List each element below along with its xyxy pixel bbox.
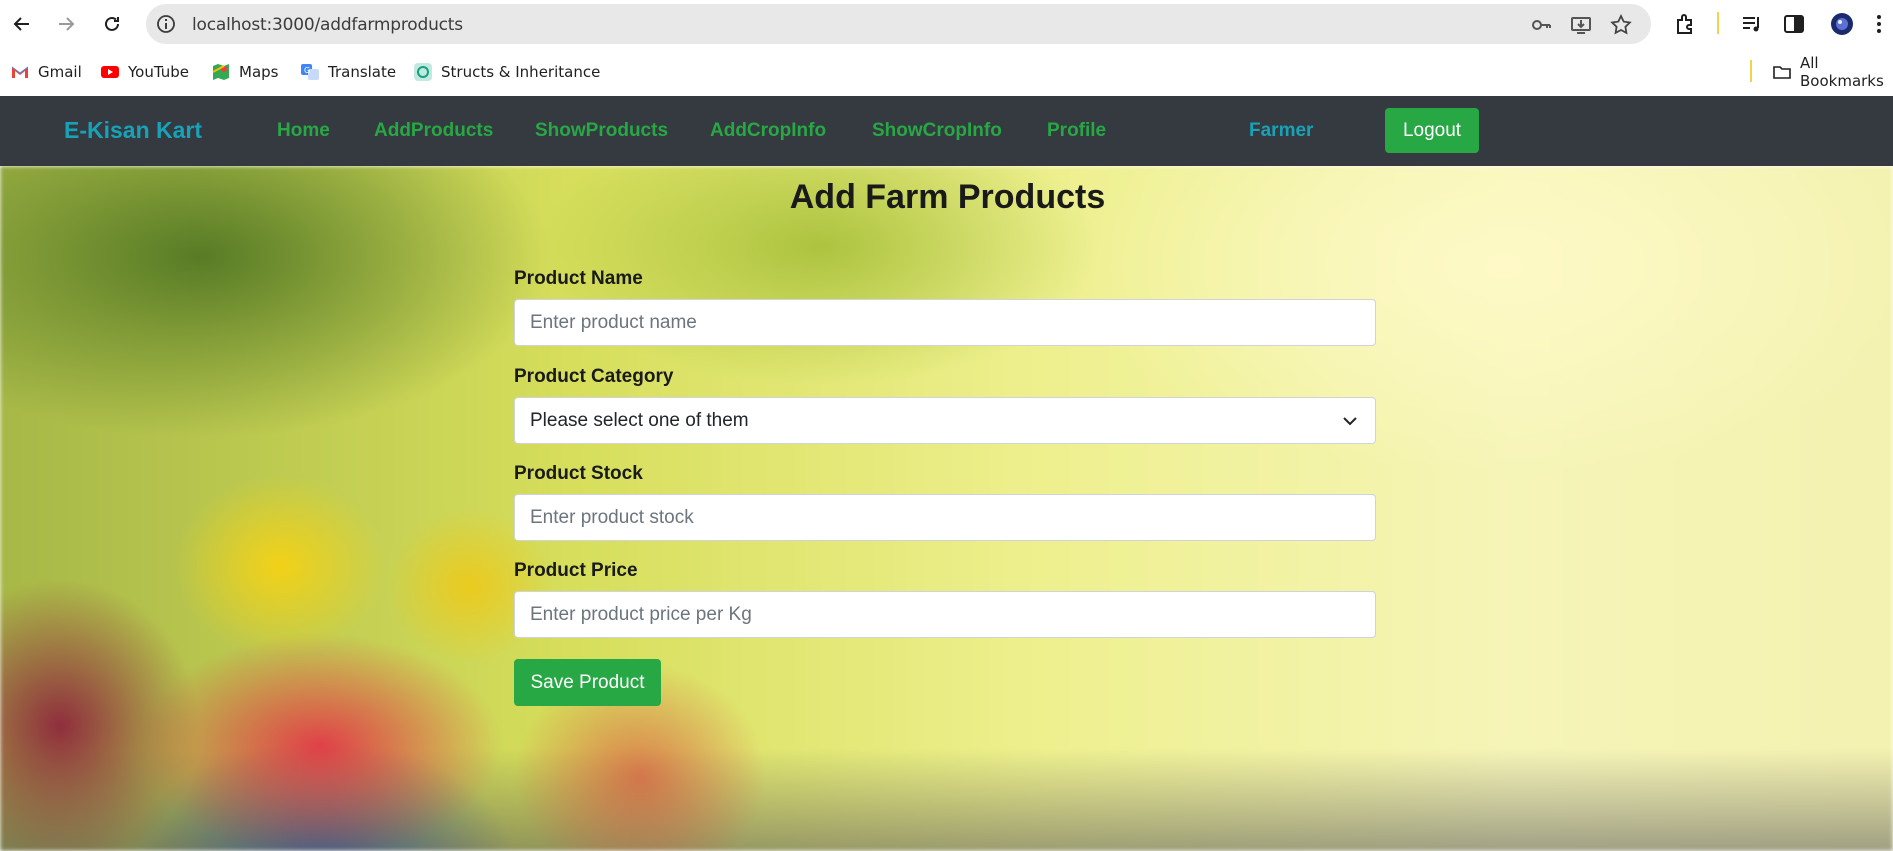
navbar: E-Kisan Kart Home AddProducts ShowProduc… — [0, 96, 1893, 166]
bookmark-gmail[interactable]: Gmail — [10, 61, 82, 83]
product-category-value: Please select one of them — [530, 410, 749, 431]
site-info-icon[interactable] — [156, 14, 176, 34]
page-title: Add Farm Products — [789, 178, 1106, 216]
bookmark-translate[interactable]: G Translate — [300, 61, 396, 83]
nav-link-showcropinfo[interactable]: ShowCropInfo — [872, 120, 1002, 142]
password-key-icon[interactable] — [1530, 14, 1552, 36]
gmail-icon — [10, 62, 30, 82]
save-product-button[interactable]: Save Product — [514, 659, 661, 706]
app-viewport: E-Kisan Kart Home AddProducts ShowProduc… — [0, 96, 1893, 851]
product-stock-input[interactable]: Enter product stock — [514, 494, 1376, 541]
svg-text:G: G — [304, 66, 310, 75]
chevron-down-icon — [1341, 412, 1359, 430]
youtube-icon — [100, 62, 120, 82]
nav-link-showproducts[interactable]: ShowProducts — [535, 120, 668, 142]
all-bookmarks-label: All Bookmarks — [1800, 54, 1884, 90]
brand-logo[interactable]: E-Kisan Kart — [64, 117, 202, 144]
bookmark-youtube[interactable]: YouTube — [100, 61, 189, 83]
bookmark-label: YouTube — [128, 63, 189, 81]
bookmark-label: Maps — [239, 63, 279, 81]
nav-user-role[interactable]: Farmer — [1249, 120, 1313, 142]
product-category-label: Product Category — [514, 366, 674, 387]
chatgpt-icon — [413, 62, 433, 82]
product-category-select[interactable]: Please select one of them — [514, 397, 1376, 444]
logout-button[interactable]: Logout — [1385, 108, 1479, 153]
nav-link-addcropinfo[interactable]: AddCropInfo — [710, 120, 826, 142]
bookmark-label: Gmail — [38, 63, 82, 81]
reload-icon[interactable] — [100, 12, 124, 36]
folder-icon — [1772, 62, 1792, 82]
product-name-input[interactable]: Enter product name — [514, 299, 1376, 346]
install-app-icon[interactable] — [1570, 14, 1592, 36]
url-text[interactable]: localhost:3000/addfarmproducts — [192, 15, 463, 35]
bookmark-star-icon[interactable] — [1610, 13, 1632, 36]
back-icon[interactable] — [10, 12, 34, 36]
extensions-icon[interactable] — [1674, 12, 1698, 36]
profile-avatar-icon[interactable] — [1830, 12, 1854, 36]
bookmark-label: Translate — [328, 63, 397, 81]
bookmark-structs[interactable]: Structs & Inheritance — [413, 61, 600, 83]
browser-toolbar: localhost:3000/addfarmproducts — [0, 0, 1893, 48]
product-price-input[interactable]: Enter product price per Kg — [514, 591, 1376, 638]
product-name-label: Product Name — [514, 268, 643, 289]
separator — [1717, 12, 1719, 34]
all-bookmarks[interactable]: All Bookmarks — [1772, 54, 1893, 90]
bookmarks-divider — [1750, 60, 1752, 82]
bookmarks-bar: Gmail YouTube Maps G Translate Structs &… — [0, 48, 1893, 96]
side-panel-icon[interactable] — [1782, 12, 1806, 36]
translate-icon: G — [300, 62, 320, 82]
product-stock-label: Product Stock — [514, 463, 643, 484]
nav-link-home[interactable]: Home — [277, 120, 330, 142]
nav-link-profile[interactable]: Profile — [1047, 120, 1106, 142]
address-bar[interactable]: localhost:3000/addfarmproducts — [146, 4, 1651, 44]
product-price-label: Product Price — [514, 560, 638, 581]
bookmark-maps[interactable]: Maps — [211, 61, 278, 83]
menu-dots-icon[interactable] — [1874, 12, 1884, 36]
maps-icon — [211, 62, 231, 82]
media-controls-icon[interactable] — [1740, 12, 1764, 36]
nav-link-addproducts[interactable]: AddProducts — [374, 120, 493, 142]
forward-icon[interactable] — [54, 12, 78, 36]
bookmark-label: Structs & Inheritance — [441, 63, 601, 81]
